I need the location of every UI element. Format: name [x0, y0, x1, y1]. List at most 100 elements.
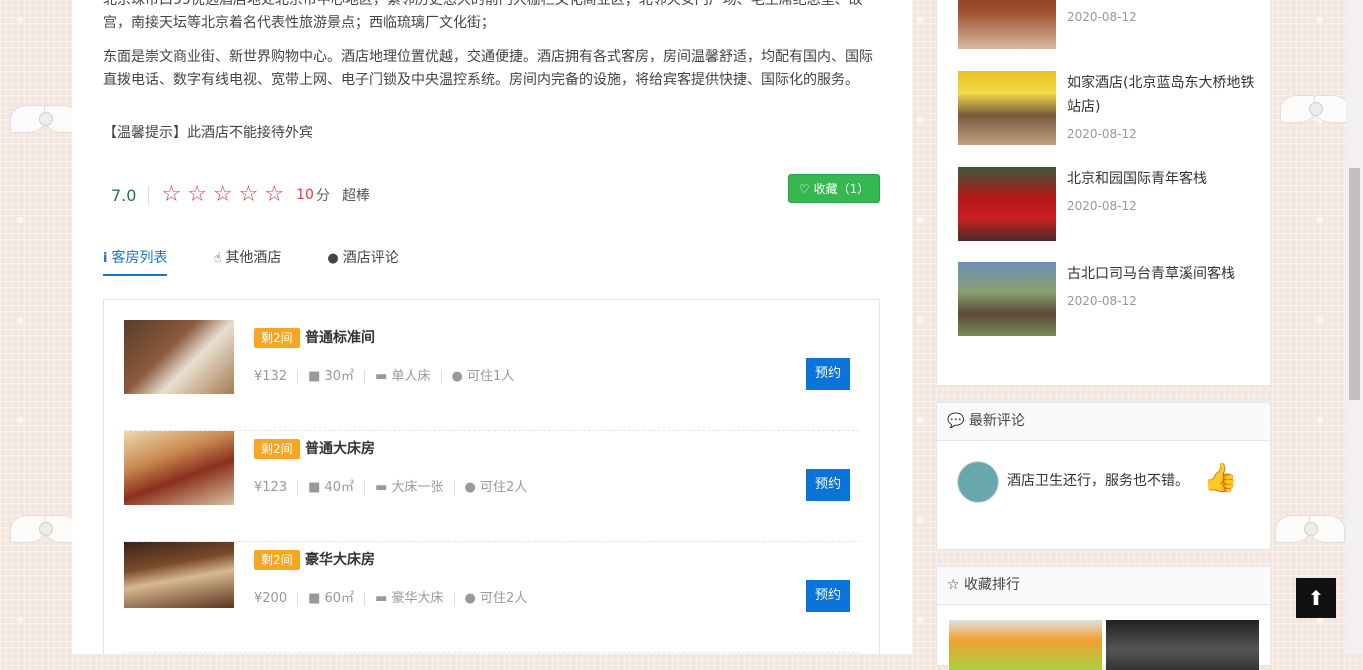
thumbs-up-icon: ☝: [213, 251, 222, 266]
back-to-top-button[interactable]: ⬆: [1296, 578, 1336, 618]
room-photo[interactable]: [124, 431, 234, 505]
info-icon: i: [103, 251, 108, 266]
hotel-photo[interactable]: [958, 71, 1056, 145]
card-title: 收藏排行: [964, 577, 1021, 593]
room-guests: ● 可住2人: [455, 481, 538, 495]
hotel-description: 东面是崇文商业街、新世界购物中心。酒店地理位置优越，交通便捷。酒店拥有各式客房，…: [103, 49, 873, 88]
fav-rank-card: ☆ 收藏排行: [936, 566, 1271, 670]
area-icon: ■: [308, 369, 325, 384]
room-name[interactable]: 普通标准间: [305, 327, 375, 347]
scrollbar-thumb[interactable]: [1349, 168, 1360, 400]
hotel-title[interactable]: 北京和园国际青年客栈: [1067, 167, 1257, 191]
rating-score: 7.0: [111, 185, 150, 205]
area-icon: ■: [308, 591, 325, 606]
area-icon: ■: [308, 480, 325, 495]
hotel-date: 2020-08-12: [1067, 199, 1137, 213]
scrollbar[interactable]: [1346, 0, 1363, 654]
comment-icon: 💬: [947, 413, 969, 429]
tab-label: 酒店评论: [342, 250, 399, 266]
bow-decoration: [1275, 510, 1345, 550]
room-bed: ▬ 豪华大床: [365, 591, 455, 606]
comment-text: 酒店卫生还行，服务也不错。: [1007, 473, 1189, 489]
room-name[interactable]: 豪华大床房: [305, 549, 375, 569]
room-bed: ▬ 大床一张: [365, 480, 455, 495]
star-icon[interactable]: ☆: [213, 184, 233, 206]
hotel-photo[interactable]: [958, 0, 1056, 49]
avatar[interactable]: [957, 461, 999, 503]
bed-icon: ▬: [375, 480, 392, 495]
book-button[interactable]: 预约: [806, 358, 850, 390]
room-photo[interactable]: [124, 320, 234, 394]
user-icon: ●: [464, 591, 480, 606]
room-bed-value: 大床一张: [391, 480, 444, 495]
tab-label: 客房列表: [111, 250, 168, 266]
hotel-tip: 【温馨提示】此酒店不能接待外宾: [103, 125, 313, 141]
rooms-left-badge: 剩2间: [254, 439, 300, 459]
room-area-value: 60㎡: [324, 591, 355, 606]
room-area-value: 40㎡: [324, 480, 355, 495]
thumbs-up-icon: 👍: [1203, 461, 1238, 494]
other-hotels-card: 2020-08-12 如家酒店(北京蓝岛东大桥地铁站店) 2020-08-12 …: [936, 0, 1271, 386]
latest-comments-card: 💬 最新评论 酒店卫生还行，服务也不错。 👍: [936, 402, 1271, 550]
room-item: 剩2间 豪华大床房 ¥200 ■ 60㎡ ▬ 豪华大床 ● 可住2人 预约: [124, 542, 860, 653]
rooms-left-badge: 剩2间: [254, 328, 300, 348]
book-button[interactable]: 预约: [806, 580, 850, 612]
hotel-title[interactable]: 如家酒店(北京蓝岛东大桥地铁站店): [1067, 71, 1257, 119]
favorite-button[interactable]: ♡ 收藏（1）: [788, 174, 880, 203]
hotel-detail-panel: 北京珠市口99优选酒店地处北京市中心地区，紧邻历史悠久的前门大栅栏文化商业区；北…: [72, 0, 912, 654]
user-icon: ●: [464, 480, 480, 495]
star-icon[interactable]: ☆: [264, 184, 284, 206]
card-header: 💬 最新评论: [937, 403, 1270, 441]
bow-decoration: [10, 100, 80, 140]
room-price: ¥200: [254, 592, 299, 606]
bed-icon: ▬: [375, 591, 392, 606]
favorite-label: 收藏（1）: [813, 182, 870, 196]
room-price: ¥123: [254, 481, 299, 495]
tab-other-hotels[interactable]: ☝ 其他酒店: [213, 240, 281, 276]
hotel-photo[interactable]: [949, 620, 1102, 670]
room-guests: ● 可住1人: [442, 370, 525, 384]
room-bed: ▬ 单人床: [365, 369, 442, 384]
detail-tabs: i 客房列表 ☝ 其他酒店 ● 酒店评论: [103, 240, 445, 276]
tab-hotel-reviews[interactable]: ● 酒店评论: [327, 240, 398, 276]
card-header: ☆ 收藏排行: [937, 567, 1270, 605]
star-icon: ☆: [947, 577, 965, 593]
hotel-title[interactable]: 古北口司马台青草溪间客栈: [1067, 262, 1257, 286]
hotel-photo[interactable]: [958, 167, 1056, 241]
card-title: 最新评论: [968, 413, 1025, 429]
tab-room-list[interactable]: i 客房列表: [103, 240, 168, 276]
hotel-date: 2020-08-12: [1067, 294, 1137, 308]
rating-points-unit: 分: [315, 188, 330, 204]
hotel-list-item[interactable]: 2020-08-12: [958, 0, 1258, 49]
hotel-list-item[interactable]: 北京和园国际青年客栈 2020-08-12: [958, 167, 1258, 241]
hotel-list-item[interactable]: 古北口司马台青草溪间客栈 2020-08-12: [958, 262, 1258, 336]
room-area: ■ 30㎡: [298, 369, 366, 384]
bed-icon: ▬: [375, 369, 392, 384]
room-photo[interactable]: [124, 542, 234, 608]
hotel-photo[interactable]: [1106, 620, 1259, 670]
heart-icon: ♡: [798, 181, 810, 196]
room-guests-value: 可住1人: [466, 369, 515, 384]
room-guests-value: 可住2人: [479, 480, 528, 495]
star-icon[interactable]: ☆: [239, 184, 259, 206]
room-area: ■ 60㎡: [298, 591, 366, 606]
tab-label: 其他酒店: [225, 250, 282, 266]
rating-word: 超棒: [341, 188, 370, 204]
rating-points: 10: [296, 187, 314, 203]
room-name[interactable]: 普通大床房: [305, 438, 375, 458]
user-icon: ●: [451, 369, 467, 384]
room-guests: ● 可住2人: [455, 592, 538, 606]
rooms-left-badge: 剩2间: [254, 550, 300, 570]
hotel-list-item[interactable]: 如家酒店(北京蓝岛东大桥地铁站店) 2020-08-12: [958, 71, 1258, 145]
room-area-value: 30㎡: [324, 369, 355, 384]
room-meta: ¥132 ■ 30㎡ ▬ 单人床 ● 可住1人: [254, 370, 524, 384]
room-list: 剩2间 普通标准间 ¥132 ■ 30㎡ ▬ 单人床 ● 可住1人 预约 剩2间…: [103, 299, 880, 654]
comments-icon: ●: [327, 251, 339, 266]
star-icon[interactable]: ☆: [187, 184, 207, 206]
hotel-photo[interactable]: [958, 262, 1056, 336]
bow-decoration: [10, 510, 80, 550]
rating-stars: ☆ ☆ ☆ ☆ ☆: [161, 184, 284, 206]
book-button[interactable]: 预约: [806, 469, 850, 501]
room-bed-value: 单人床: [391, 369, 431, 384]
star-icon[interactable]: ☆: [161, 184, 181, 206]
